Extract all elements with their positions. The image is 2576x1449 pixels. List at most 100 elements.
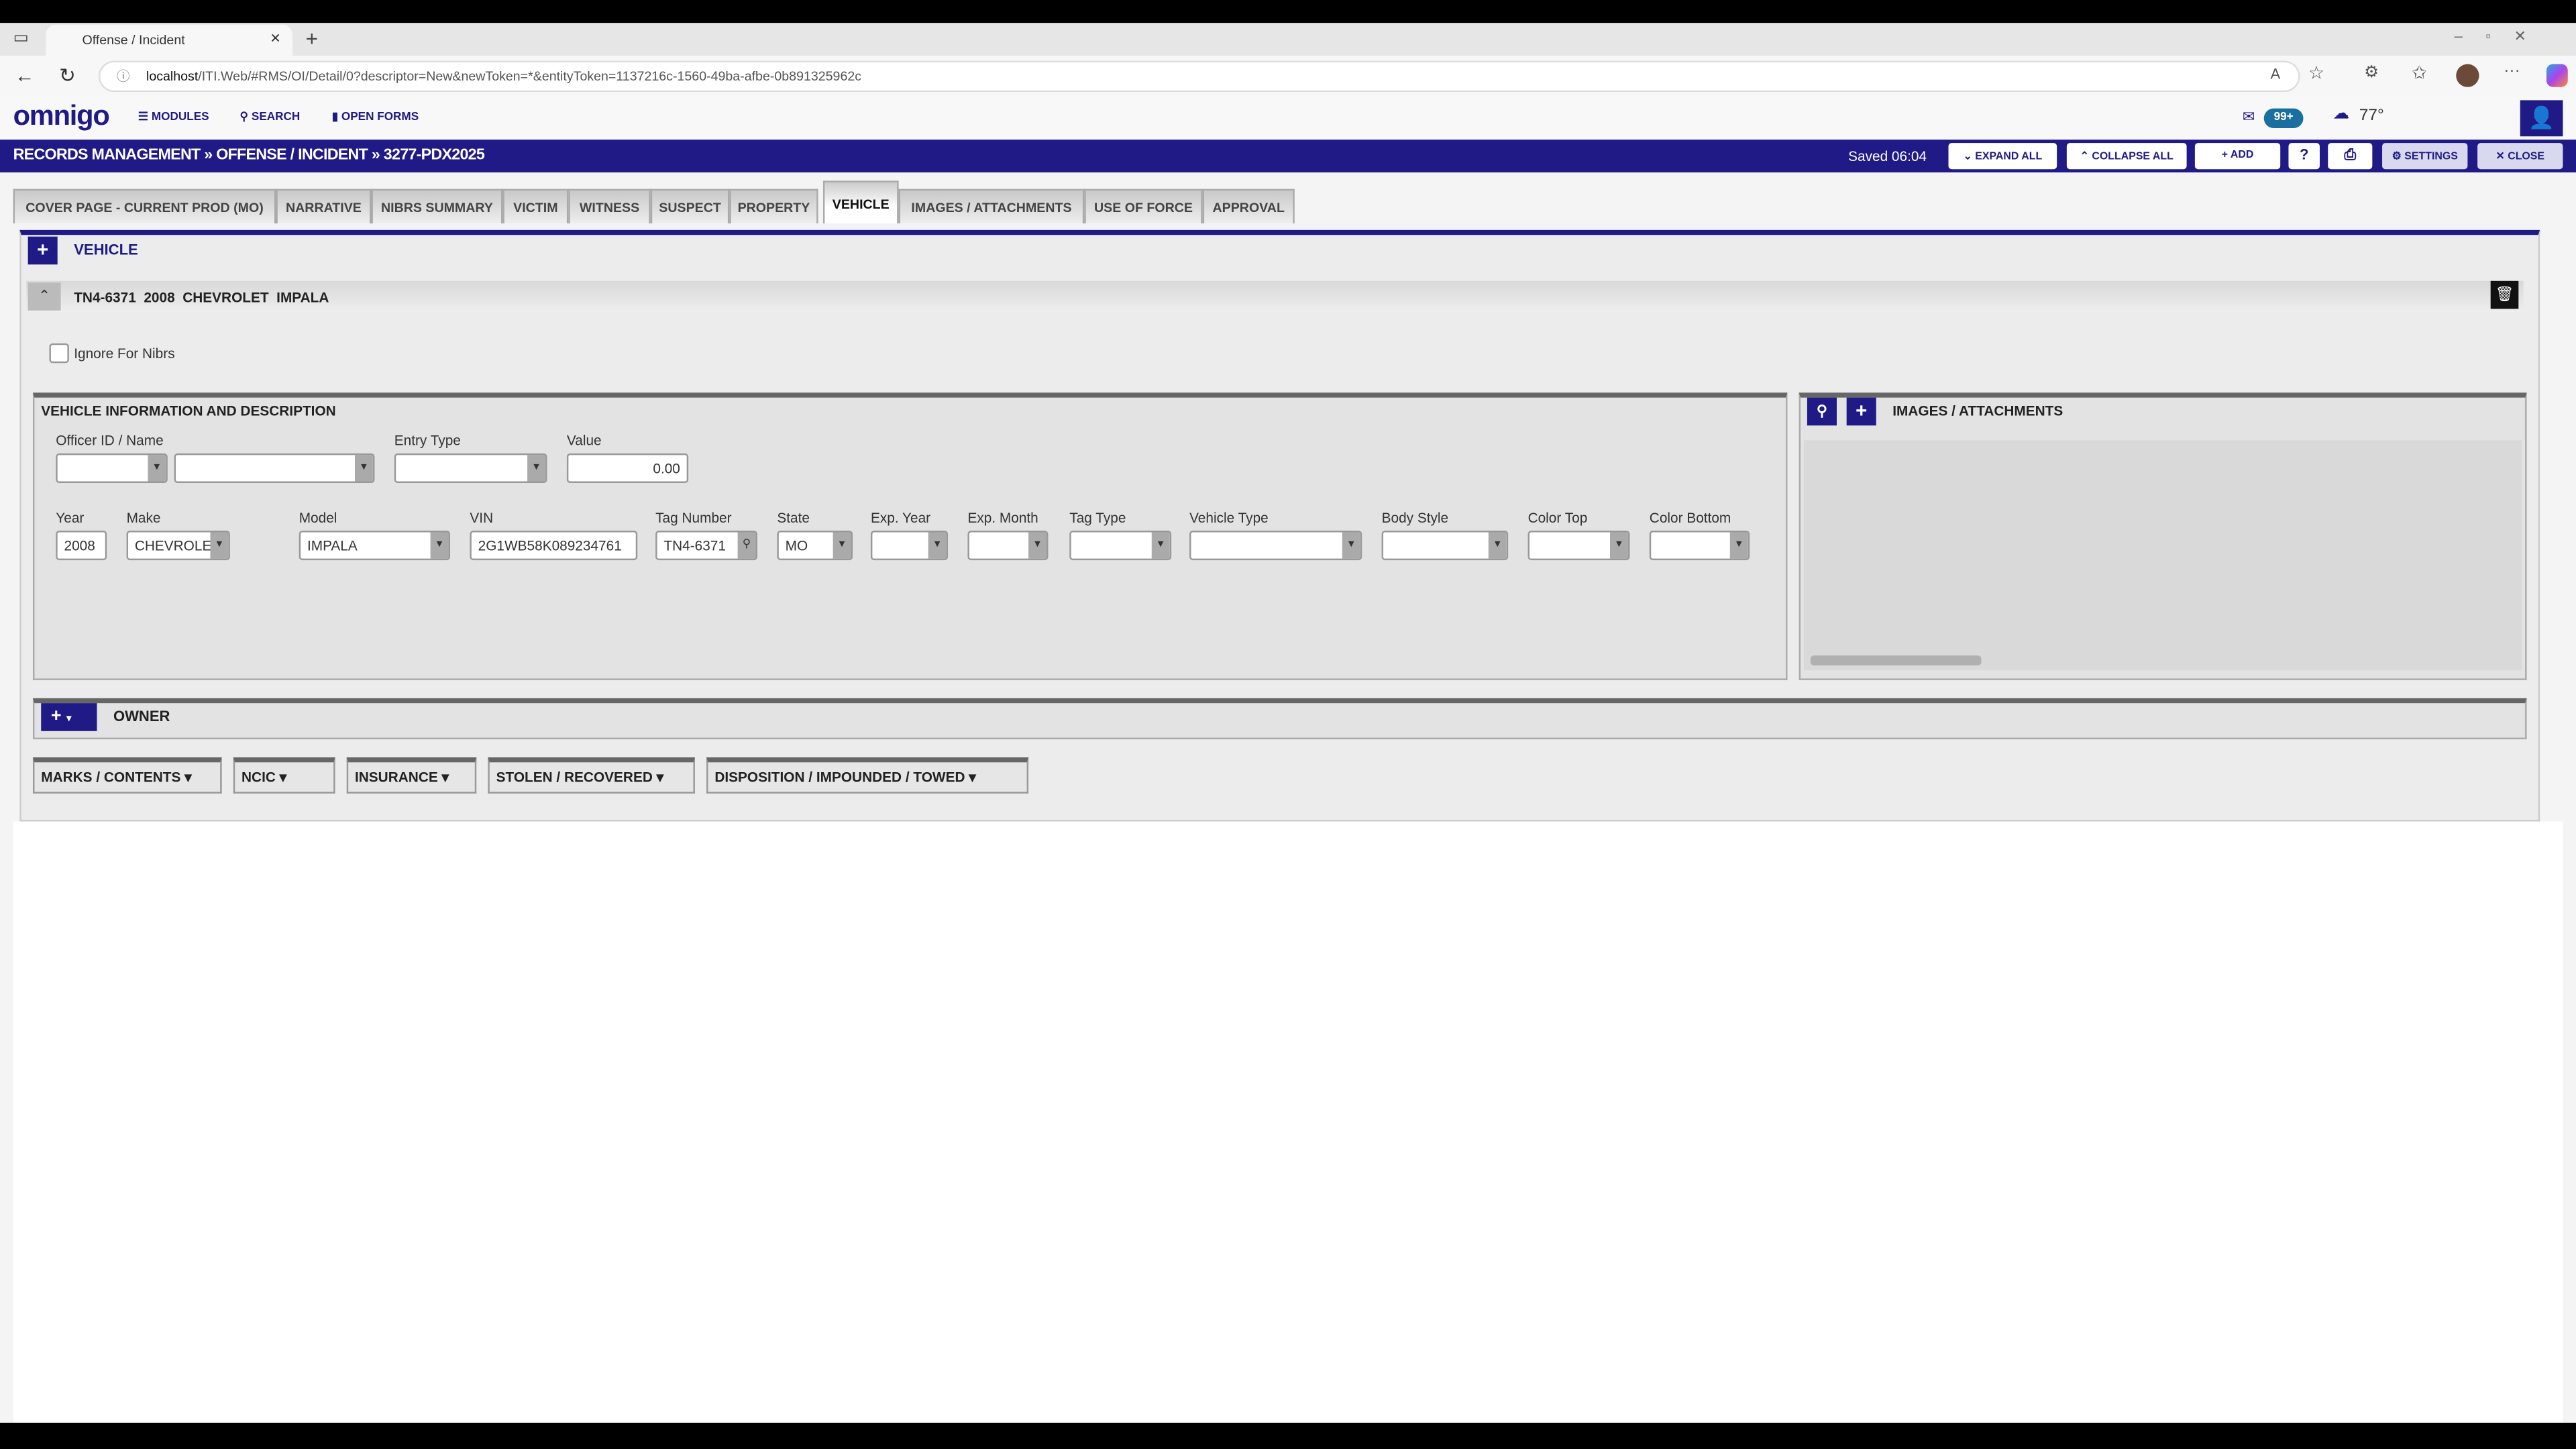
record-title: TN4-6371 2008 CHEVROLET IMPALA bbox=[74, 289, 329, 305]
field-input[interactable]: ▾ bbox=[1189, 531, 1362, 560]
tab-approval[interactable]: APPROVAL bbox=[1203, 189, 1295, 223]
profile-avatar[interactable] bbox=[2456, 64, 2479, 87]
tab-vehicle[interactable]: VEHICLE bbox=[823, 180, 899, 223]
ncic-button[interactable]: NCIC ▾ bbox=[233, 757, 335, 794]
disposition-button[interactable]: DISPOSITION / IMPOUNDED / TOWED ▾ bbox=[706, 757, 1028, 794]
chevron-down-icon: ▾ bbox=[1610, 532, 1628, 558]
close-tab-icon[interactable]: ✕ bbox=[270, 32, 280, 46]
field-value: TN4-6371 bbox=[663, 537, 726, 553]
label: STOLEN / RECOVERED bbox=[496, 769, 653, 785]
field-input[interactable]: ▾ bbox=[1069, 531, 1171, 560]
ignore-nibrs-checkbox[interactable] bbox=[49, 343, 68, 363]
add-button[interactable]: + ADD bbox=[2195, 143, 2280, 169]
settings-button[interactable]: ⚙ SETTINGS bbox=[2382, 143, 2467, 169]
back-icon[interactable]: ← bbox=[15, 64, 34, 87]
tab-suspect[interactable]: SUSPECT bbox=[651, 189, 730, 223]
crumb-offense[interactable]: OFFENSE / INCIDENT bbox=[216, 146, 368, 164]
field-input[interactable]: CHEVROLET▾ bbox=[127, 531, 230, 560]
field-input[interactable]: IMPALA▾ bbox=[299, 531, 450, 560]
field-input[interactable]: TN4-6371 ⚲ bbox=[655, 531, 757, 560]
field-value: MO bbox=[786, 537, 808, 553]
field-input[interactable]: ▾ bbox=[871, 531, 948, 560]
add-owner-button[interactable]: + ▾ bbox=[41, 703, 97, 731]
field-input[interactable]: 2G1WB58K089234761 bbox=[470, 531, 637, 560]
nav-open-forms[interactable]: ▮ OPEN FORMS bbox=[332, 110, 419, 123]
field-label: State bbox=[777, 509, 810, 525]
field-label: Year bbox=[56, 509, 84, 525]
insurance-button[interactable]: INSURANCE ▾ bbox=[347, 757, 476, 794]
vehicle-record-header[interactable] bbox=[26, 281, 2523, 313]
extensions-icon[interactable]: ⚙ bbox=[2364, 64, 2379, 83]
stolen-recovered-button[interactable]: STOLEN / RECOVERED ▾ bbox=[488, 757, 695, 794]
new-tab-icon[interactable]: + bbox=[306, 26, 319, 51]
reload-icon[interactable]: ↻ bbox=[59, 64, 76, 87]
chevron-down-icon: ▾ bbox=[1730, 532, 1748, 558]
add-vehicle-button[interactable]: + bbox=[28, 237, 58, 265]
label: MARKS / CONTENTS bbox=[41, 769, 180, 785]
officer-name-select[interactable]: ▾ bbox=[174, 453, 375, 483]
tab-use-of-force[interactable]: USE OF FORCE bbox=[1084, 189, 1202, 223]
label: DISPOSITION / IMPOUNDED / TOWED bbox=[714, 769, 965, 785]
copilot-icon[interactable] bbox=[2546, 64, 2568, 87]
tab-witness[interactable]: WITNESS bbox=[568, 189, 650, 223]
images-title: IMAGES / ATTACHMENTS bbox=[1892, 402, 2063, 419]
tab-narrative[interactable]: NARRATIVE bbox=[276, 189, 371, 223]
label: CLOSE bbox=[2508, 151, 2544, 162]
images-scrollbar[interactable] bbox=[1811, 655, 1982, 665]
tab-nibrs-summary[interactable]: NIBRS SUMMARY bbox=[371, 189, 502, 223]
close-button[interactable]: ✕ CLOSE bbox=[2477, 143, 2563, 169]
search-icon[interactable]: ⚲ bbox=[738, 532, 756, 558]
tab-images-attachments[interactable]: IMAGES / ATTACHMENTS bbox=[899, 189, 1085, 223]
empty-area bbox=[0, 822, 2576, 1423]
tab-victim[interactable]: VICTIM bbox=[502, 189, 568, 223]
mail-badge[interactable]: 99+ bbox=[2264, 109, 2304, 128]
entry-type-select[interactable]: ▾ bbox=[394, 453, 547, 483]
label: COLLAPSE ALL bbox=[2092, 151, 2173, 162]
label: NCIC bbox=[241, 769, 276, 785]
officer-id-select[interactable]: ▾ bbox=[56, 453, 168, 483]
info-icon: ⓘ bbox=[117, 67, 130, 85]
url-bar[interactable]: ⓘ localhost/ITI.Web/#RMS/OI/Detail/0?desc… bbox=[99, 61, 2300, 93]
crumb-sep: » bbox=[204, 146, 212, 164]
crumb-sep: » bbox=[372, 146, 380, 164]
tab-title: Offense / Incident bbox=[82, 33, 184, 48]
crumb-records[interactable]: RECORDS MANAGEMENT bbox=[13, 146, 201, 164]
officer-label: Officer ID / Name bbox=[56, 432, 163, 448]
add-image-button[interactable]: + bbox=[1847, 398, 1876, 426]
read-aloud-icon[interactable]: A bbox=[2271, 66, 2281, 82]
marks-contents-button[interactable]: MARKS / CONTENTS ▾ bbox=[33, 757, 222, 794]
favorites-icon[interactable]: ✩ bbox=[2412, 62, 2427, 84]
field-input[interactable]: ▾ bbox=[1528, 531, 1630, 560]
search-images-button[interactable]: ⚲ bbox=[1807, 398, 1837, 426]
user-menu-icon[interactable]: 👤 bbox=[2520, 100, 2563, 136]
field-input[interactable]: MO▾ bbox=[777, 531, 853, 560]
collapse-record-icon[interactable]: ⌃ bbox=[28, 282, 61, 311]
tab-cover-page[interactable]: COVER PAGE - CURRENT PROD (MO) bbox=[13, 189, 276, 223]
field-input[interactable]: ▾ bbox=[1382, 531, 1509, 560]
url-path: /ITI.Web/#RMS/OI/Detail/0?descriptor=New… bbox=[198, 69, 861, 84]
expand-all-button[interactable]: ⌄ EXPAND ALL bbox=[1949, 143, 2057, 169]
mail-icon[interactable]: ✉ bbox=[2243, 109, 2255, 127]
help-button[interactable]: ? bbox=[2288, 143, 2320, 169]
trash-icon[interactable]: 🗑 bbox=[2491, 281, 2519, 309]
value-input[interactable]: 0.00 bbox=[567, 453, 688, 483]
tab-actions-icon[interactable]: ▭ bbox=[13, 30, 29, 48]
info-title: VEHICLE INFORMATION AND DESCRIPTION bbox=[41, 402, 335, 419]
favorite-icon[interactable]: ☆ bbox=[2308, 62, 2324, 84]
field-input[interactable]: ▾ bbox=[967, 531, 1048, 560]
collapse-all-button[interactable]: ⌃ COLLAPSE ALL bbox=[2067, 143, 2187, 169]
print-button[interactable]: ⎙ bbox=[2328, 143, 2372, 169]
nav-search[interactable]: ⚲ SEARCH bbox=[240, 110, 301, 123]
tab-property[interactable]: PROPERTY bbox=[729, 189, 818, 223]
field-input[interactable]: ▾ bbox=[1650, 531, 1750, 560]
more-icon[interactable]: ··· bbox=[2504, 62, 2520, 80]
chevron-down-icon: ▾ bbox=[431, 532, 449, 558]
nav-modules[interactable]: ☰ MODULES bbox=[138, 110, 209, 123]
url-host: localhost bbox=[146, 69, 198, 84]
window-controls[interactable]: –▫✕ bbox=[2455, 28, 2549, 46]
browser-tab[interactable]: Offense / Incident ✕ bbox=[46, 25, 292, 56]
field-value: CHEVROLET bbox=[135, 537, 212, 553]
images-area bbox=[1804, 440, 2522, 670]
field-input[interactable]: 2008 bbox=[56, 531, 107, 560]
field-label: Make bbox=[127, 509, 161, 525]
